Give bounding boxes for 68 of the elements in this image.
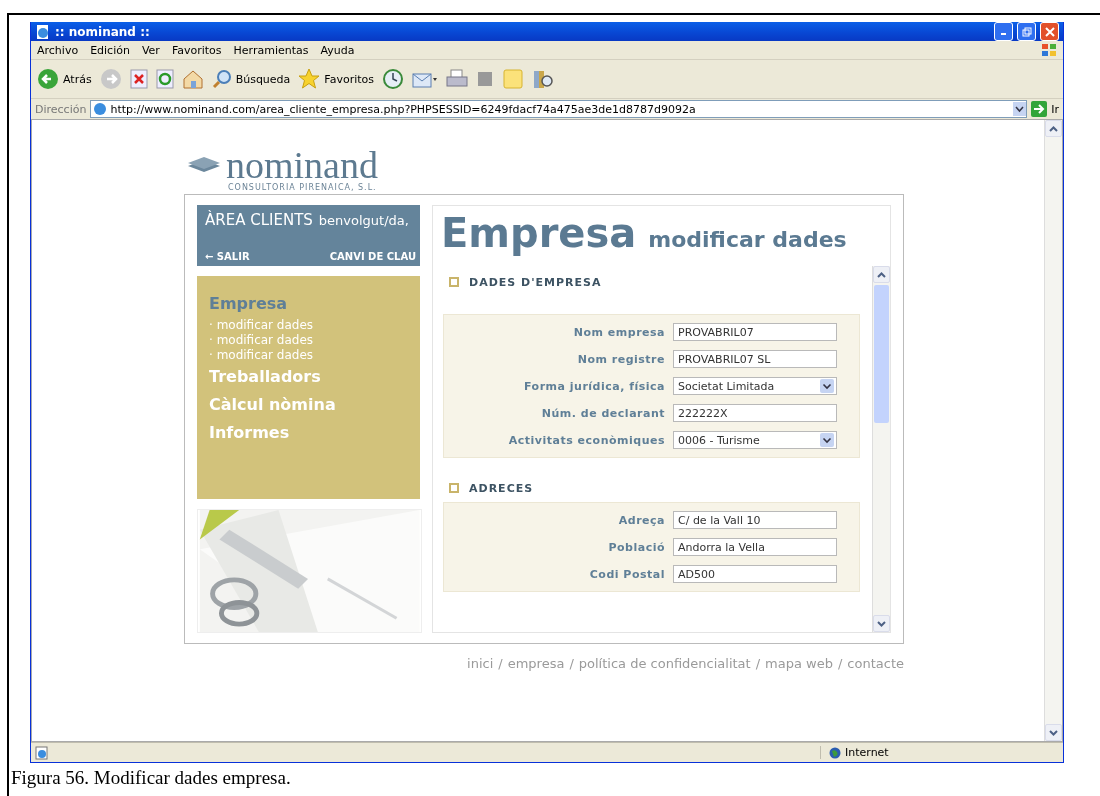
close-button[interactable] [1040,22,1059,41]
windows-flag-icon [1041,43,1057,57]
square-bullet-icon [449,483,459,493]
logo-tagline: CONSULTORIA PIRENAICA, S.L. [228,183,377,192]
link-separator: / [755,656,761,671]
figure-caption: Figura 56. Modificar dades empresa. [11,767,292,789]
search-button[interactable]: Búsqueda [211,69,291,89]
zone-label: Internet [845,746,889,759]
input-field[interactable]: PROVABRIL07 SL [673,350,837,368]
scrollbar[interactable] [872,266,890,632]
page-subtitle: modificar dades [648,227,847,252]
field-label: Núm. de declarant [541,406,665,420]
restore-icon [1021,26,1032,37]
menu-item[interactable]: Archivo [37,43,79,57]
input-field[interactable]: AD500 [673,565,837,583]
field-label: Codi Postal [589,567,665,581]
logout-link[interactable]: ← SALIR [205,251,250,263]
star-icon [298,68,321,90]
stacked-layers-icon [186,156,222,174]
section-title: ADRECES [469,481,534,495]
refresh-icon[interactable] [155,69,174,89]
restore-button[interactable] [1017,22,1036,41]
menu-item[interactable]: Favoritos [171,43,222,57]
link-separator: / [837,656,843,671]
go-arrow-icon [1031,101,1048,117]
page-icon [35,745,49,760]
menu-item[interactable]: Ver [141,43,160,57]
section-title: DADES D'EMPRESA [469,275,602,289]
history-icon[interactable] [382,68,404,90]
change-password-link[interactable]: CANVI DE CLAU [329,251,416,263]
input-field[interactable]: PROVABRIL07 [673,323,837,341]
address-label: Dirección [35,102,87,116]
menu-item[interactable]: Edición [90,43,130,57]
favorites-button[interactable]: Favoritos [298,68,374,90]
close-icon [1044,26,1055,37]
input-field[interactable]: C/ de la Vall 10 [673,511,837,529]
select-field[interactable]: Societat Limitada [673,377,837,395]
printer-icon[interactable] [446,69,468,89]
field-label: Nom registre [577,352,665,366]
field-label: Activitats econòmiques [508,433,665,447]
search-icon [211,69,232,89]
link-separator: / [569,656,574,671]
go-button[interactable]: Ir [1031,101,1059,117]
field-label: Nom empresa [573,325,665,339]
menu-item[interactable]: Herramientas [233,43,309,57]
field-label: Forma jurídica, física [524,379,665,393]
scrollbar[interactable] [1044,120,1062,741]
browser-page-icon [35,23,51,40]
input-field[interactable]: 222222X [673,404,837,422]
logo-name: nominand [226,147,378,183]
menu-item[interactable]: Ayuda [320,43,355,57]
field-label: Població [608,540,665,554]
input-field[interactable]: Andorra la Vella [673,538,837,556]
minimize-button[interactable] [994,22,1013,41]
area-title: ÀREA CLIENTS [205,211,313,229]
window-title: :: nominand :: [55,24,151,39]
greeting: benvolgut/da, [318,213,409,228]
square-bullet-icon [449,277,459,287]
home-icon[interactable] [181,69,204,89]
page-icon [93,102,108,116]
link-separator: / [498,656,503,671]
back-button[interactable]: Atrás [37,68,92,90]
field-label: Adreça [618,513,665,527]
select-field[interactable]: 0006 - Turisme [673,431,837,449]
address-field[interactable]: http://www.nominand.com/area_cliente_empresa.php?PHPSESSID=6249fdacf74a475ae3de1d8787d9092a [90,100,1028,118]
stop-icon[interactable] [129,69,148,89]
globe-icon [829,746,841,759]
page-title: Empresa [441,210,637,256]
